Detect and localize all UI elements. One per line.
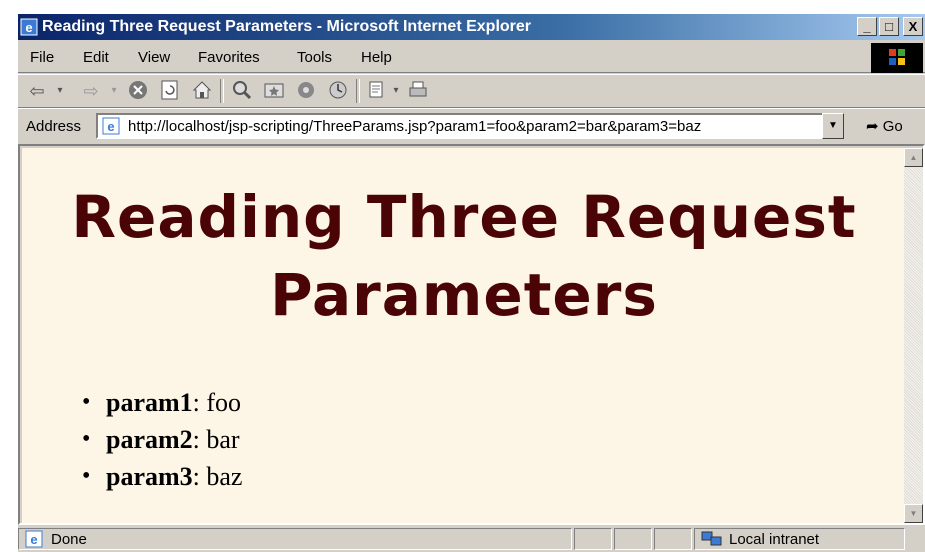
forward-dropdown-icon[interactable]: ▾ (108, 79, 120, 103)
param-value: : bar (192, 425, 240, 454)
go-label: Go (882, 118, 903, 135)
toolbar-separator (220, 79, 224, 103)
svg-text:e: e (107, 119, 114, 134)
content-frame: Reading Three Request Parameters param1:… (18, 144, 925, 525)
param-value: : baz (192, 462, 243, 491)
maximize-button[interactable]: □ (879, 17, 899, 36)
address-dropdown-button[interactable]: ▼ (822, 113, 844, 139)
back-icon[interactable]: ⇦ (26, 79, 48, 103)
svg-text:e: e (25, 20, 32, 35)
zone-panel: Local intranet (694, 528, 905, 550)
history-icon[interactable] (326, 79, 350, 103)
param-name: param3 (106, 462, 193, 491)
list-item: param1: foo (82, 384, 242, 421)
status-panel (614, 528, 652, 550)
address-label: Address (26, 118, 82, 135)
mail-dropdown-icon[interactable]: ▾ (390, 79, 402, 103)
param-value: : foo (192, 388, 242, 417)
home-icon[interactable] (190, 79, 214, 103)
svg-text:e: e (30, 532, 37, 547)
vertical-scrollbar[interactable]: ▲ ▼ (904, 148, 923, 523)
menu-view[interactable]: View (138, 49, 170, 66)
zone-text: Local intranet (729, 531, 820, 548)
menu-edit[interactable]: Edit (83, 49, 109, 66)
page-heading: Reading Three Request Parameters (71, 183, 857, 329)
toolbar: ⇦ ▾ ⇨ ▾ ▾ (18, 74, 925, 108)
scroll-down-button[interactable]: ▼ (904, 504, 923, 523)
page-content: Reading Three Request Parameters param1:… (22, 148, 906, 523)
stop-icon[interactable] (126, 79, 150, 103)
param-list: param1: foo param2: bar param3: baz (82, 384, 242, 495)
window-title: Reading Three Request Parameters - Micro… (42, 18, 532, 35)
address-input[interactable]: e http://localhost/jsp-scripting/ThreePa… (96, 113, 844, 139)
intranet-icon (701, 531, 722, 546)
minimize-button[interactable]: _ (857, 17, 877, 36)
menu-bar: File Edit View Favorites Tools Help (18, 42, 925, 73)
windows-logo-icon (871, 43, 923, 73)
title-bar: e Reading Three Request Parameters - Mic… (18, 14, 925, 40)
go-arrow-icon: ➦ (866, 118, 879, 135)
menu-tools[interactable]: Tools (297, 49, 332, 66)
print-icon[interactable] (406, 79, 430, 103)
favorites-icon[interactable] (262, 79, 286, 103)
status-bar: e Done Local intranet (18, 526, 925, 552)
go-button[interactable]: ➦ Go (866, 117, 903, 135)
browser-window: e Reading Three Request Parameters - Mic… (18, 14, 925, 552)
menu-file[interactable]: File (30, 49, 54, 66)
address-url[interactable]: http://localhost/jsp-scripting/ThreePara… (128, 118, 701, 135)
param-name: param1 (106, 388, 193, 417)
list-item: param3: baz (82, 458, 242, 495)
list-item: param2: bar (82, 421, 242, 458)
search-icon[interactable] (230, 79, 254, 103)
ie-logo-icon: e (20, 18, 38, 36)
page-done-icon: e (25, 530, 43, 548)
media-icon[interactable] (294, 79, 318, 103)
status-panel: e Done (18, 528, 572, 550)
status-panel (654, 528, 692, 550)
scroll-up-button[interactable]: ▲ (904, 148, 923, 167)
status-panel (574, 528, 612, 550)
refresh-icon[interactable] (158, 79, 182, 103)
param-name: param2 (106, 425, 193, 454)
menu-help[interactable]: Help (361, 49, 392, 66)
back-dropdown-icon[interactable]: ▾ (54, 79, 66, 103)
toolbar-separator (356, 79, 360, 103)
address-bar: Address e http://localhost/jsp-scripting… (18, 108, 925, 143)
status-text: Done (51, 531, 87, 548)
menu-favorites[interactable]: Favorites (198, 49, 260, 66)
page-icon: e (102, 117, 120, 135)
forward-icon[interactable]: ⇨ (80, 79, 102, 103)
close-button[interactable]: X (903, 17, 923, 36)
mail-icon[interactable] (366, 79, 390, 103)
